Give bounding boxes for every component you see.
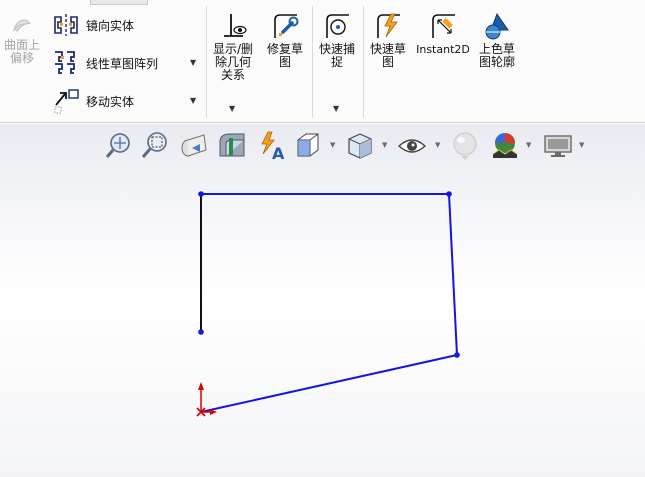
move-entities-icon xyxy=(54,89,79,114)
quick-snaps-button[interactable]: 快速捕 捉 xyxy=(314,12,360,69)
quick-snaps-icon xyxy=(326,14,349,38)
dynamic-annotation-icon[interactable]: A xyxy=(254,130,286,162)
shaded-contours-icon xyxy=(485,12,509,40)
quick-snaps-label-2: 捉 xyxy=(330,55,343,69)
view-orientation-icon[interactable] xyxy=(292,130,324,162)
previous-view-icon[interactable] xyxy=(178,130,210,162)
display-style-icon[interactable] xyxy=(344,130,376,162)
hide-show-items-icon[interactable] xyxy=(396,130,428,162)
ribbon-tab-indicator xyxy=(90,0,148,5)
surface-offset-button[interactable]: 曲面上 偏移 xyxy=(2,14,42,65)
zoom-to-area-icon[interactable] xyxy=(140,130,172,162)
instant2d-icon xyxy=(432,14,455,38)
view-settings-icon[interactable] xyxy=(542,130,574,162)
zoom-to-fit-icon[interactable] xyxy=(104,130,136,162)
repair-sketch-button[interactable]: 修复草 图 xyxy=(263,12,307,69)
linear-pattern-dropdown-arrow[interactable]: ▼ xyxy=(190,58,196,67)
section-view-icon[interactable] xyxy=(216,130,248,162)
display-style-dropdown-arrow[interactable]: ▼ xyxy=(382,141,387,149)
move-entities-dropdown-arrow[interactable]: ▼ xyxy=(190,96,196,105)
edit-appearance-icon[interactable] xyxy=(449,130,481,162)
display-relations-dropdown-arrow[interactable]: ▼ xyxy=(229,104,235,113)
ribbon-separator xyxy=(363,6,364,118)
mirror-icon xyxy=(54,14,78,36)
shaded-contours-label-2: 图轮廓 xyxy=(478,55,515,69)
shaded-sketch-contours-button[interactable]: 上色草 图轮廓 xyxy=(474,12,520,69)
display-relations-label-3: 关系 xyxy=(220,68,245,82)
linear-sketch-pattern-button[interactable]: 线性草图阵列 xyxy=(52,50,158,76)
move-entities-button[interactable]: 移动实体 xyxy=(52,88,134,114)
graphics-area[interactable] xyxy=(0,124,645,477)
instant2d-button[interactable]: Instant2D xyxy=(414,12,472,56)
ribbon-separator xyxy=(206,6,207,118)
svg-text:A: A xyxy=(272,144,285,162)
view-settings-dropdown-arrow[interactable]: ▼ xyxy=(579,141,584,149)
surface-offset-icon xyxy=(12,19,31,32)
hide-show-dropdown-arrow[interactable]: ▼ xyxy=(435,141,440,149)
mirror-entities-button[interactable]: 镜向实体 xyxy=(52,12,134,38)
rapid-sketch-button[interactable]: 快速草 图 xyxy=(366,12,410,69)
command-manager-ribbon: 曲面上 偏移 镜向实体 线性草图阵列 ▼ 移动实体 ▼ 显示/删 除几何 关系 … xyxy=(0,0,645,123)
apply-scene-dropdown-arrow[interactable]: ▼ xyxy=(526,141,531,149)
mirror-entities-label: 镜向实体 xyxy=(86,18,135,33)
move-entities-label: 移动实体 xyxy=(86,94,135,109)
quick-snaps-dropdown-arrow[interactable]: ▼ xyxy=(333,104,339,113)
instant2d-label: Instant2D xyxy=(416,43,470,56)
apply-scene-icon[interactable] xyxy=(489,130,521,162)
repair-sketch-icon xyxy=(274,14,299,38)
rapid-sketch-icon xyxy=(377,13,400,38)
repair-sketch-label-2: 图 xyxy=(278,55,291,69)
linear-pattern-label: 线性草图阵列 xyxy=(86,56,159,71)
display-relations-icon xyxy=(224,14,247,37)
surface-offset-label-2: 偏移 xyxy=(9,51,34,65)
rapid-sketch-label-2: 图 xyxy=(381,55,394,69)
ribbon-separator xyxy=(312,6,313,118)
linear-pattern-icon xyxy=(55,51,75,74)
view-orientation-dropdown-arrow[interactable]: ▼ xyxy=(330,141,335,149)
display-delete-relations-button[interactable]: 显示/删 除几何 关系 xyxy=(209,12,257,82)
